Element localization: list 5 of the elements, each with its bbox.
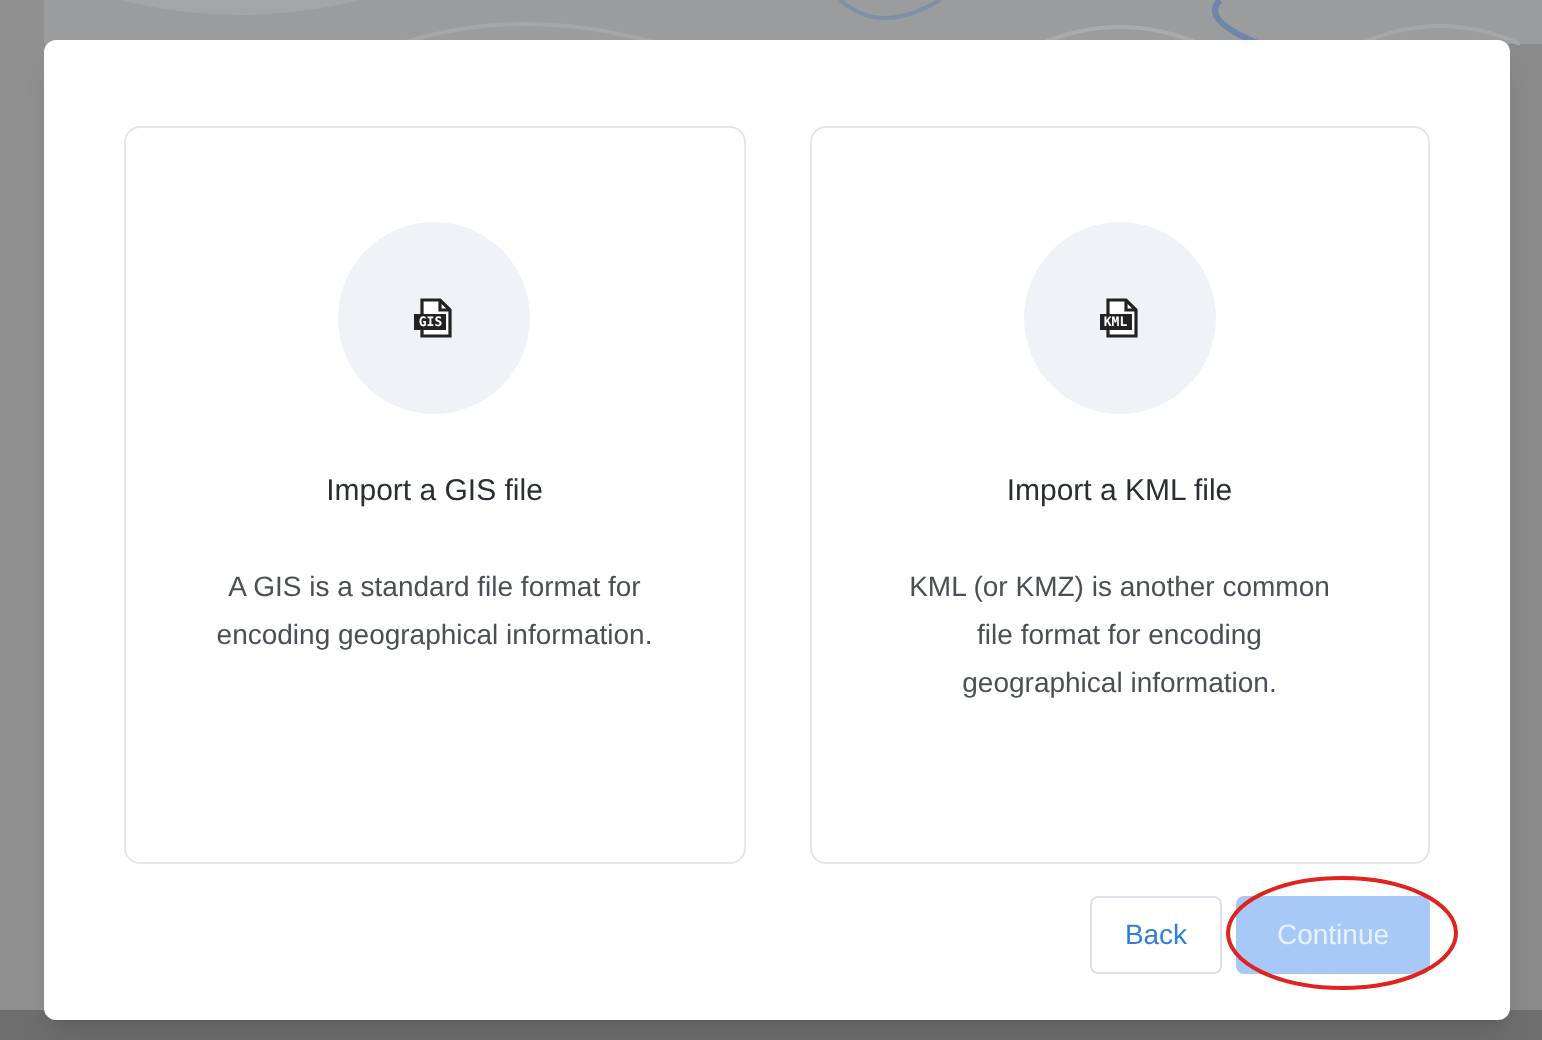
option-title: Import a GIS file [326, 472, 543, 512]
back-button[interactable]: Back [1090, 896, 1222, 974]
option-description: KML (or KMZ) is another common file format for encoding geographical information. [907, 567, 1332, 702]
option-description: A GIS is a standard file format for encoding geographical information. [216, 567, 653, 654]
option-title: Import a KML file [1006, 472, 1233, 512]
